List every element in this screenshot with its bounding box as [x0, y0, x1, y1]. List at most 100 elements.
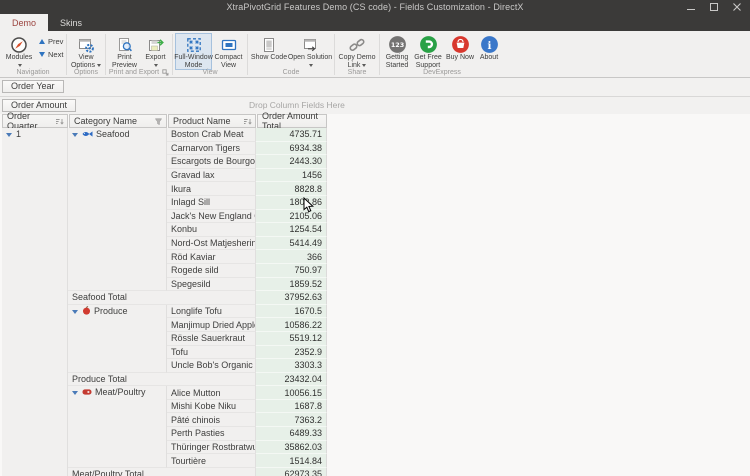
meat-icon: [82, 387, 92, 399]
total-value-cell[interactable]: 23432.04: [256, 373, 327, 387]
value-cell[interactable]: 5519.12: [256, 332, 327, 346]
collapse-arrow-icon[interactable]: [6, 133, 12, 137]
prev-button[interactable]: Prev: [36, 37, 64, 46]
tab-demo[interactable]: Demo: [0, 14, 48, 31]
total-value-cell[interactable]: 37952.63: [256, 291, 327, 305]
compact-view-label-1: Compact: [214, 54, 242, 61]
row-field-cell-product[interactable]: Nord-Ost Matjeshering: [167, 237, 256, 251]
row-field-cell-product[interactable]: Boston Crab Meat: [167, 128, 256, 142]
value-cell[interactable]: 1859.52: [256, 278, 327, 292]
value-cell[interactable]: 1254.54: [256, 223, 327, 237]
row-field-cell-product[interactable]: Rössle Sauerkraut: [167, 332, 256, 346]
collapse-arrow-icon[interactable]: [72, 391, 78, 395]
row-field-cell-product[interactable]: Ikura: [167, 182, 256, 196]
row-field-cell-product[interactable]: Mishi Kobe Niku: [167, 400, 256, 414]
value-cell[interactable]: 2105.06: [256, 210, 327, 224]
column-header-order-amount-total[interactable]: Order Amount Total: [257, 114, 327, 128]
value-cell[interactable]: 1514.84: [256, 454, 327, 468]
value-cell[interactable]: 8828.8: [256, 182, 327, 196]
row-field-cell-product[interactable]: Inlagd Sill: [167, 196, 256, 210]
value-cell[interactable]: 1456: [256, 169, 327, 183]
value-cell[interactable]: 1803.86: [256, 196, 327, 210]
row-field-cell-product[interactable]: Gravad lax: [167, 169, 256, 183]
value-cell[interactable]: 2443.30: [256, 155, 327, 169]
show-code-button[interactable]: Show Code: [250, 33, 288, 63]
close-button[interactable]: [725, 0, 748, 14]
collapse-arrow-icon[interactable]: [72, 310, 78, 314]
row-field-cell-product[interactable]: Alice Mutton: [167, 386, 256, 400]
row-field-cell-category[interactable]: Meat/Poultry: [68, 386, 167, 468]
value-cell[interactable]: 1670.5: [256, 305, 327, 319]
value-cell[interactable]: 10056.15: [256, 386, 327, 400]
row-field-cell-product[interactable]: Röd Kaviar: [167, 250, 256, 264]
column-header-order-quarter[interactable]: Order Quarter: [2, 114, 68, 128]
full-window-mode-button[interactable]: Full-WindowMode: [175, 33, 212, 70]
get-free-support-button[interactable]: Get FreeSupport: [412, 33, 444, 70]
column-header-label: Product Name: [173, 116, 231, 126]
maximize-button[interactable]: [702, 0, 725, 14]
buy-now-button[interactable]: Buy Now: [444, 33, 476, 63]
link-icon: [348, 35, 366, 54]
row-field-cell-product[interactable]: Spegesild: [167, 278, 256, 292]
row-field-cell-product[interactable]: Escargots de Bourgogne: [167, 155, 256, 169]
value-cell[interactable]: 2352.9: [256, 346, 327, 360]
getting-started-button[interactable]: 123 GettingStarted: [382, 33, 412, 70]
field-order-year[interactable]: Order Year: [2, 80, 64, 93]
view-options-button[interactable]: ViewOptions: [69, 33, 103, 70]
modules-button[interactable]: Modules: [2, 33, 36, 70]
modules-label: Modules: [6, 54, 32, 61]
next-button[interactable]: Next: [36, 50, 64, 59]
value-cell[interactable]: 6934.38: [256, 142, 327, 156]
row-field-cell-category[interactable]: Seafood: [68, 128, 167, 291]
print-preview-button[interactable]: PrintPreview: [108, 33, 141, 70]
compact-view-button[interactable]: CompactView: [212, 33, 245, 70]
row-field-cell-product[interactable]: Carnarvon Tigers: [167, 142, 256, 156]
value-cell[interactable]: 7363.2: [256, 413, 327, 427]
row-field-cell-product[interactable]: Perth Pasties: [167, 427, 256, 441]
group-separator: [247, 34, 248, 75]
row-field-cell-quarter[interactable]: 1: [2, 128, 68, 476]
value-cell[interactable]: 5414.49: [256, 237, 327, 251]
info-icon: i: [480, 35, 499, 54]
dialog-launcher-icon[interactable]: [162, 69, 169, 76]
column-header-product-name[interactable]: Product Name: [168, 114, 256, 128]
collapse-arrow-icon[interactable]: [72, 133, 78, 137]
total-label-cell[interactable]: Produce Total: [68, 373, 256, 387]
value-cell[interactable]: 10586.22: [256, 318, 327, 332]
print-preview-label-1: Print: [117, 54, 131, 61]
row-field-cell-product[interactable]: Thüringer Rostbratwurst: [167, 441, 256, 455]
total-value-cell[interactable]: 62973.35: [256, 468, 327, 476]
row-field-cell-product[interactable]: Longlife Tofu: [167, 305, 256, 319]
row-field-cell-product[interactable]: Jack's New England Clam Chowder: [167, 210, 256, 224]
open-solution-button[interactable]: Open Solution: [288, 33, 332, 70]
value-cell[interactable]: 6489.33: [256, 427, 327, 441]
value-cell[interactable]: 35862.03: [256, 441, 327, 455]
row-field-cell-product[interactable]: Tofu: [167, 346, 256, 360]
row-field-cell-product[interactable]: Rogede sild: [167, 264, 256, 278]
row-field-cell-category[interactable]: Produce: [68, 305, 167, 373]
copy-demo-link-button[interactable]: Copy DemoLink: [337, 33, 377, 70]
row-field-cell-product[interactable]: Uncle Bob's Organic Dried Pears: [167, 359, 256, 373]
column-header-category-name[interactable]: Category Name: [69, 114, 167, 128]
tab-skins[interactable]: Skins: [48, 14, 94, 31]
row-field-cell-product[interactable]: Manjimup Dried Apples: [167, 318, 256, 332]
value-cell[interactable]: 1687.8: [256, 400, 327, 414]
view-options-icon: [77, 35, 95, 54]
filter-funnel-icon: [154, 117, 163, 126]
value-cell[interactable]: 750.97: [256, 264, 327, 278]
group-caption-options: Options: [69, 67, 103, 77]
total-label-cell[interactable]: Seafood Total: [68, 291, 256, 305]
row-field-cell-product[interactable]: Konbu: [167, 223, 256, 237]
row-field-cell-product[interactable]: Tourtière: [167, 454, 256, 468]
total-label-cell[interactable]: Meat/Poultry Total: [68, 468, 256, 476]
value-cell[interactable]: 3303.3: [256, 359, 327, 373]
value-cell[interactable]: 4735.71: [256, 128, 327, 142]
export-button[interactable]: Export: [141, 33, 170, 70]
compass-icon: [10, 35, 28, 54]
value-cell[interactable]: 366: [256, 250, 327, 264]
produce-icon: [82, 306, 91, 318]
about-button[interactable]: i About: [476, 33, 502, 63]
minimize-button[interactable]: [679, 0, 702, 14]
row-field-cell-product[interactable]: Pâté chinois: [167, 413, 256, 427]
down-triangle-icon: [39, 52, 45, 57]
